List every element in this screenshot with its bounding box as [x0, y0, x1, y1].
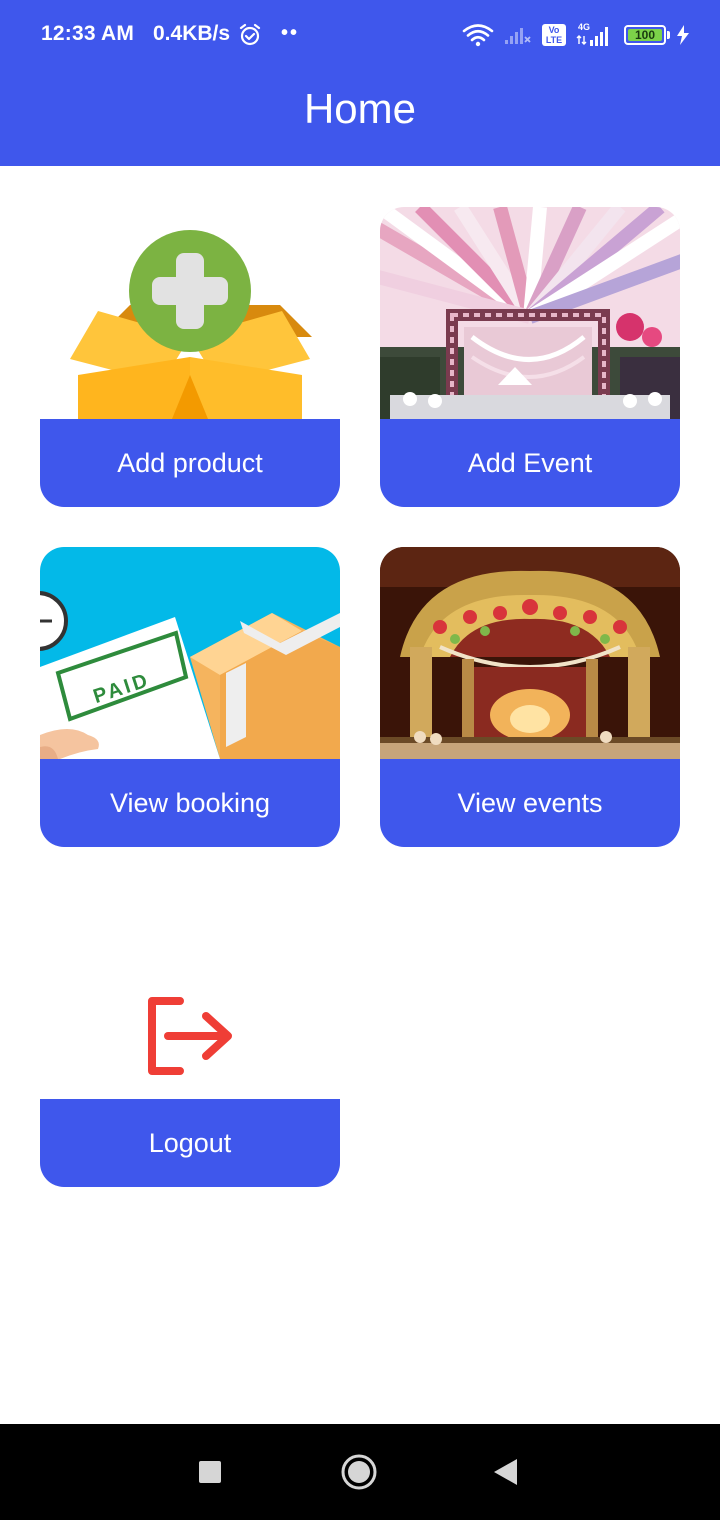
box-with-plus-icon: [40, 207, 340, 419]
page-title: Home: [303, 85, 417, 132]
navigation-bar: [0, 1424, 720, 1520]
logout-label: Logout: [40, 1099, 340, 1187]
svg-text:4G: 4G: [578, 22, 590, 32]
charging-icon: [677, 25, 689, 45]
app-bar: 12:33 AM 0.4KB/s •• Vo LTE 4G 100 Home: [0, 0, 720, 166]
logout-icon-area: [40, 887, 340, 1099]
view-booking-card[interactable]: PAID View booking: [40, 547, 340, 847]
square-icon[interactable]: [186, 1448, 234, 1496]
circle-icon[interactable]: [335, 1448, 383, 1496]
triangle-back-icon[interactable]: [482, 1448, 530, 1496]
network-speed: 0.4KB/s: [153, 22, 231, 45]
volte-icon: Vo LTE: [542, 24, 566, 46]
paid-receipt-illustration: PAID: [40, 547, 340, 759]
view-events-label: View events: [380, 759, 680, 847]
add-event-label: Add Event: [380, 419, 680, 507]
stage-decoration-photo: [380, 547, 680, 759]
add-product-card[interactable]: Add product: [40, 207, 340, 507]
view-events-card[interactable]: View events: [380, 547, 680, 847]
signal-4g-icon: 4G: [576, 22, 608, 46]
notification-dots: ••: [281, 22, 300, 44]
battery-icon: 100: [624, 25, 670, 45]
wifi-icon: [462, 24, 494, 47]
event-decoration-photo: [380, 207, 680, 419]
add-event-card[interactable]: Add Event: [380, 207, 680, 507]
alarm-icon: [239, 23, 261, 46]
add-product-label: Add product: [40, 419, 340, 507]
status-time: 12:33 AM: [41, 22, 135, 45]
status-bar: 12:33 AM 0.4KB/s •• Vo LTE 4G 100: [0, 0, 720, 70]
view-booking-label: View booking: [40, 759, 340, 847]
home-screen: 12:33 AM 0.4KB/s •• Vo LTE 4G 100 Home A…: [0, 0, 720, 1520]
logout-card[interactable]: Logout: [40, 887, 340, 1187]
signal-weak-icon: [505, 28, 531, 44]
battery-level: 100: [634, 28, 656, 42]
status-icons: Vo LTE 4G 100: [462, 21, 690, 49]
